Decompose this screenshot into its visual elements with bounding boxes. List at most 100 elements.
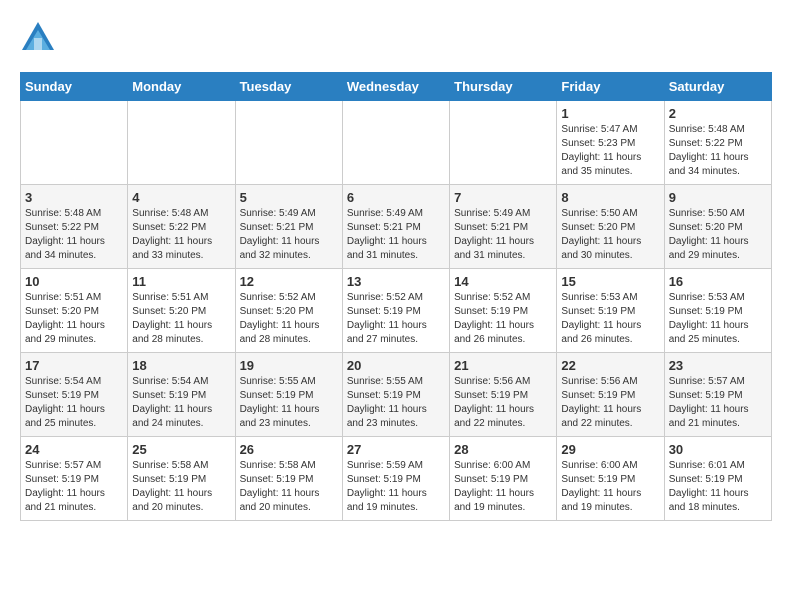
calendar-table: SundayMondayTuesdayWednesdayThursdayFrid… — [20, 72, 772, 521]
day-info: Sunrise: 5:52 AM Sunset: 5:19 PM Dayligh… — [454, 291, 552, 347]
day-number: 12 — [240, 274, 338, 289]
day-of-week-header: Monday — [128, 73, 235, 101]
day-info: Sunrise: 5:54 AM Sunset: 5:19 PM Dayligh… — [25, 375, 123, 431]
calendar-cell: 18 Sunrise: 5:54 AM Sunset: 5:19 PM Dayli… — [128, 353, 235, 437]
day-number: 13 — [347, 274, 445, 289]
calendar-cell — [21, 101, 128, 185]
calendar-cell: 28Sunrise: 6:00 AM Sunset: 5:19 PM Dayli… — [450, 437, 557, 521]
day-number: 23 — [669, 358, 767, 373]
day-info: Sunrise: 5:50 AM Sunset: 5:20 PM Dayligh… — [561, 207, 659, 263]
day-info: Sunrise: 5:54 AM Sunset: 5:19 PM Dayligh… — [132, 375, 230, 431]
day-info: Sunrise: 5:48 AM Sunset: 5:22 PM Dayligh… — [669, 123, 767, 179]
day-number: 16 — [669, 274, 767, 289]
day-info: Sunrise: 5:47 AM Sunset: 5:23 PM Dayligh… — [561, 123, 659, 179]
day-number: 7 — [454, 190, 552, 205]
day-info: Sunrise: 5:59 AM Sunset: 5:19 PM Dayligh… — [347, 459, 445, 515]
day-number: 2 — [669, 106, 767, 121]
calendar-cell: 29Sunrise: 6:00 AM Sunset: 5:19 PM Dayli… — [557, 437, 664, 521]
calendar-cell: 9Sunrise: 5:50 AM Sunset: 5:20 PM Daylig… — [664, 185, 771, 269]
day-number: 30 — [669, 442, 767, 457]
calendar-cell: 13 Sunrise: 5:52 AM Sunset: 5:19 PM Dayli… — [342, 269, 449, 353]
day-number: 8 — [561, 190, 659, 205]
day-info: Sunrise: 5:58 AM Sunset: 5:19 PM Dayligh… — [240, 459, 338, 515]
day-info: Sunrise: 5:56 AM Sunset: 5:19 PM Dayligh… — [561, 375, 659, 431]
day-info: Sunrise: 6:01 AM Sunset: 5:19 PM Dayligh… — [669, 459, 767, 515]
calendar-cell: 16 Sunrise: 5:53 AM Sunset: 5:19 PM Dayli… — [664, 269, 771, 353]
calendar-cell — [342, 101, 449, 185]
calendar-cell: 8 Sunrise: 5:50 AM Sunset: 5:20 PM Daylig… — [557, 185, 664, 269]
day-info: Sunrise: 5:49 AM Sunset: 5:21 PM Dayligh… — [347, 207, 445, 263]
day-info: Sunrise: 5:55 AM Sunset: 5:19 PM Dayligh… — [347, 375, 445, 431]
day-number: 15 — [561, 274, 659, 289]
calendar-header-row: SundayMondayTuesdayWednesdayThursdayFrid… — [21, 73, 772, 101]
day-info: Sunrise: 5:48 AM Sunset: 5:22 PM Dayligh… — [132, 207, 230, 263]
day-info: Sunrise: 5:53 AM Sunset: 5:19 PM Dayligh… — [669, 291, 767, 347]
day-of-week-header: Thursday — [450, 73, 557, 101]
calendar-cell: 15 Sunrise: 5:53 AM Sunset: 5:19 PM Dayli… — [557, 269, 664, 353]
day-info: Sunrise: 5:52 AM Sunset: 5:20 PM Dayligh… — [240, 291, 338, 347]
day-of-week-header: Saturday — [664, 73, 771, 101]
calendar-cell: 23 Sunrise: 5:57 AM Sunset: 5:19 PM Dayli… — [664, 353, 771, 437]
day-info: Sunrise: 5:48 AM Sunset: 5:22 PM Dayligh… — [25, 207, 123, 263]
day-info: Sunrise: 5:58 AM Sunset: 5:19 PM Dayligh… — [132, 459, 230, 515]
calendar-cell: 22 Sunrise: 5:56 AM Sunset: 5:19 PM Dayli… — [557, 353, 664, 437]
day-number: 1 — [561, 106, 659, 121]
calendar-cell — [128, 101, 235, 185]
calendar-week-row: 10 Sunrise: 5:51 AM Sunset: 5:20 PM Dayli… — [21, 269, 772, 353]
day-info: Sunrise: 6:00 AM Sunset: 5:19 PM Dayligh… — [454, 459, 552, 515]
calendar-cell: 1 Sunrise: 5:47 AM Sunset: 5:23 PM Daylig… — [557, 101, 664, 185]
calendar-week-row: 1 Sunrise: 5:47 AM Sunset: 5:23 PM Daylig… — [21, 101, 772, 185]
day-number: 17 — [25, 358, 123, 373]
calendar-cell: 10 Sunrise: 5:51 AM Sunset: 5:20 PM Dayli… — [21, 269, 128, 353]
calendar-cell: 6 Sunrise: 5:49 AM Sunset: 5:21 PM Daylig… — [342, 185, 449, 269]
day-number: 29 — [561, 442, 659, 457]
calendar-cell: 19 Sunrise: 5:55 AM Sunset: 5:19 PM Dayli… — [235, 353, 342, 437]
calendar-week-row: 3 Sunrise: 5:48 AM Sunset: 5:22 PM Daylig… — [21, 185, 772, 269]
calendar-cell: 17 Sunrise: 5:54 AM Sunset: 5:19 PM Dayli… — [21, 353, 128, 437]
calendar-cell: 4 Sunrise: 5:48 AM Sunset: 5:22 PM Daylig… — [128, 185, 235, 269]
day-info: Sunrise: 5:51 AM Sunset: 5:20 PM Dayligh… — [132, 291, 230, 347]
calendar-cell: 3 Sunrise: 5:48 AM Sunset: 5:22 PM Daylig… — [21, 185, 128, 269]
day-number: 5 — [240, 190, 338, 205]
calendar-cell: 12 Sunrise: 5:52 AM Sunset: 5:20 PM Dayli… — [235, 269, 342, 353]
day-of-week-header: Tuesday — [235, 73, 342, 101]
day-info: Sunrise: 5:50 AM Sunset: 5:20 PM Dayligh… — [669, 207, 767, 263]
calendar-cell: 14 Sunrise: 5:52 AM Sunset: 5:19 PM Dayli… — [450, 269, 557, 353]
day-number: 10 — [25, 274, 123, 289]
header — [20, 20, 772, 56]
page: SundayMondayTuesdayWednesdayThursdayFrid… — [0, 0, 792, 531]
day-info: Sunrise: 5:49 AM Sunset: 5:21 PM Dayligh… — [454, 207, 552, 263]
day-number: 27 — [347, 442, 445, 457]
logo-icon — [20, 20, 56, 56]
day-number: 22 — [561, 358, 659, 373]
day-number: 3 — [25, 190, 123, 205]
day-number: 6 — [347, 190, 445, 205]
day-number: 20 — [347, 358, 445, 373]
calendar-cell: 21 Sunrise: 5:56 AM Sunset: 5:19 PM Dayli… — [450, 353, 557, 437]
calendar-week-row: 17 Sunrise: 5:54 AM Sunset: 5:19 PM Dayli… — [21, 353, 772, 437]
day-of-week-header: Sunday — [21, 73, 128, 101]
day-number: 11 — [132, 274, 230, 289]
calendar-cell: 26Sunrise: 5:58 AM Sunset: 5:19 PM Dayli… — [235, 437, 342, 521]
day-info: Sunrise: 5:49 AM Sunset: 5:21 PM Dayligh… — [240, 207, 338, 263]
calendar-cell — [450, 101, 557, 185]
day-of-week-header: Wednesday — [342, 73, 449, 101]
day-number: 24 — [25, 442, 123, 457]
day-number: 4 — [132, 190, 230, 205]
calendar-cell: 2 Sunrise: 5:48 AM Sunset: 5:22 PM Daylig… — [664, 101, 771, 185]
day-info: Sunrise: 5:55 AM Sunset: 5:19 PM Dayligh… — [240, 375, 338, 431]
day-number: 14 — [454, 274, 552, 289]
day-number: 19 — [240, 358, 338, 373]
day-number: 18 — [132, 358, 230, 373]
calendar-cell: 25 Sunrise: 5:58 AM Sunset: 5:19 PM Dayli… — [128, 437, 235, 521]
calendar-cell: 7 Sunrise: 5:49 AM Sunset: 5:21 PM Daylig… — [450, 185, 557, 269]
day-info: Sunrise: 5:53 AM Sunset: 5:19 PM Dayligh… — [561, 291, 659, 347]
day-info: Sunrise: 5:52 AM Sunset: 5:19 PM Dayligh… — [347, 291, 445, 347]
day-info: Sunrise: 5:56 AM Sunset: 5:19 PM Dayligh… — [454, 375, 552, 431]
day-number: 21 — [454, 358, 552, 373]
calendar-cell: 30 Sunrise: 6:01 AM Sunset: 5:19 PM Dayli… — [664, 437, 771, 521]
calendar-cell: 20 Sunrise: 5:55 AM Sunset: 5:19 PM Dayli… — [342, 353, 449, 437]
day-info: Sunrise: 5:57 AM Sunset: 5:19 PM Dayligh… — [669, 375, 767, 431]
day-number: 25 — [132, 442, 230, 457]
day-info: Sunrise: 5:51 AM Sunset: 5:20 PM Dayligh… — [25, 291, 123, 347]
